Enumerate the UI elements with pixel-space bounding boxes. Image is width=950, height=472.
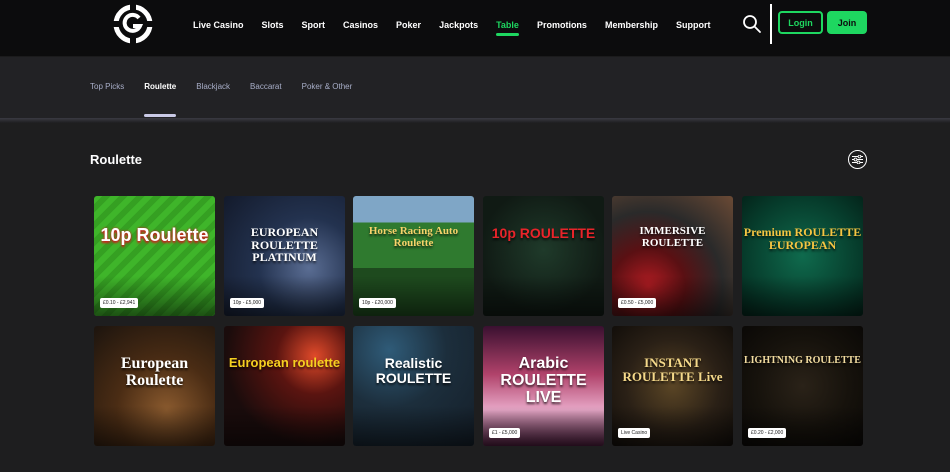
search-icon[interactable] xyxy=(742,14,762,34)
stake-range-badge: Live Casino xyxy=(618,428,651,438)
game-title: 10p Roulette xyxy=(100,225,209,245)
game-title: Arabic ROULETTE LIVE xyxy=(500,355,587,406)
game-lightning-roulette[interactable]: LIGHTNING ROULETTE £0.20 - £2,000 xyxy=(742,326,863,446)
category-tabs: Top Picks Roulette Blackjack Baccarat Poker … xyxy=(90,82,372,117)
nav-casinos[interactable]: Casinos xyxy=(343,20,378,30)
nav-live-casino[interactable]: Live Casino xyxy=(193,20,244,30)
thumbnail-shade xyxy=(483,276,604,316)
stake-range-badge: 10p - £20,000 xyxy=(359,298,396,308)
top-navigation-bar: Live Casino Slots Sport Casinos Poker Jackpot… xyxy=(0,0,950,57)
thumbnail-shade xyxy=(224,406,345,446)
game-10p-roulette-live[interactable]: 10p ROULETTE xyxy=(483,196,604,316)
game-european-roulette-platinum[interactable]: EUROPEAN ROULETTE PLATINUM 10p - £5,000 xyxy=(224,196,345,316)
tab-poker-other[interactable]: Poker & Other xyxy=(302,82,353,91)
game-title: 10p ROULETTE xyxy=(491,225,596,241)
game-title: EUROPEAN ROULETTE PLATINUM xyxy=(250,225,319,265)
nav-promotions[interactable]: Promotions xyxy=(537,20,587,30)
thumbnail-shade xyxy=(224,276,345,316)
game-title: Horse Racing Auto Roulette xyxy=(368,225,459,249)
tab-top-picks[interactable]: Top Picks xyxy=(90,82,124,91)
nav-slots[interactable]: Slots xyxy=(262,20,284,30)
thumbnail-shade xyxy=(612,276,733,316)
nav-jackpots[interactable]: Jackpots xyxy=(439,20,478,30)
tab-roulette[interactable]: Roulette xyxy=(144,82,177,117)
game-european-roulette-fireworks[interactable]: European roulette xyxy=(224,326,345,446)
nav-membership[interactable]: Membership xyxy=(605,20,658,30)
tab-blackjack[interactable]: Blackjack xyxy=(196,82,230,91)
game-instant-roulette-live[interactable]: INSTANT ROULETTE Live Live Casino xyxy=(612,326,733,446)
stake-range-badge: £1 - £5,000 xyxy=(489,428,521,438)
stake-range-badge: 10p - £5,000 xyxy=(230,298,265,308)
game-immersive-roulette[interactable]: IMMERSIVE ROULETTE £0.50 - £5,000 xyxy=(612,196,733,316)
thumbnail-shade xyxy=(742,406,863,446)
game-european-roulette[interactable]: European Roulette xyxy=(94,326,215,446)
brand-logo-icon[interactable] xyxy=(113,4,153,44)
thumbnail-shade xyxy=(353,406,474,446)
game-title: Realistic ROULETTE xyxy=(375,355,452,386)
login-button[interactable]: Login xyxy=(778,11,823,34)
tab-baccarat[interactable]: Baccarat xyxy=(250,82,282,91)
game-realistic-roulette[interactable]: Realistic ROULETTE xyxy=(353,326,474,446)
nav-sport[interactable]: Sport xyxy=(302,20,326,30)
game-title: Premium ROULETTE EUROPEAN xyxy=(743,225,862,252)
thumbnail-shade xyxy=(612,406,733,446)
sliders-icon[interactable] xyxy=(848,150,867,169)
nav-poker[interactable]: Poker xyxy=(396,20,421,30)
game-horse-racing-auto-roulette[interactable]: Horse Racing Auto Roulette 10p - £20,000 xyxy=(353,196,474,316)
stake-range-badge: £0.20 - £2,000 xyxy=(748,428,787,438)
thumbnail-shade xyxy=(353,276,474,316)
game-title: IMMERSIVE ROULETTE xyxy=(639,225,706,249)
header-divider xyxy=(770,4,772,44)
game-arabic-roulette-live[interactable]: Arabic ROULETTE LIVE £1 - £5,000 xyxy=(483,326,604,446)
category-tabs-shadow xyxy=(0,118,950,123)
join-button[interactable]: Join xyxy=(827,11,867,34)
nav-support[interactable]: Support xyxy=(676,20,711,30)
game-10p-roulette[interactable]: 10p Roulette £0.10 - £2,941 xyxy=(94,196,215,316)
game-title: European Roulette xyxy=(120,355,189,389)
game-title: European roulette xyxy=(228,355,341,370)
thumbnail-shade xyxy=(742,276,863,316)
thumbnail-shade xyxy=(94,276,215,316)
thumbnail-shade xyxy=(94,406,215,446)
main-nav: Live Casino Slots Sport Casinos Poker Jackpot… xyxy=(193,0,728,50)
section-title: Roulette xyxy=(90,152,142,167)
game-premium-roulette-european[interactable]: Premium ROULETTE EUROPEAN xyxy=(742,196,863,316)
stake-range-badge: £0.10 - £2,941 xyxy=(100,298,139,308)
nav-table[interactable]: Table xyxy=(496,20,519,36)
game-title: LIGHTNING ROULETTE xyxy=(744,355,861,366)
thumbnail-shade xyxy=(483,406,604,446)
stake-range-badge: £0.50 - £5,000 xyxy=(618,298,657,308)
game-title: INSTANT ROULETTE Live xyxy=(622,355,723,384)
